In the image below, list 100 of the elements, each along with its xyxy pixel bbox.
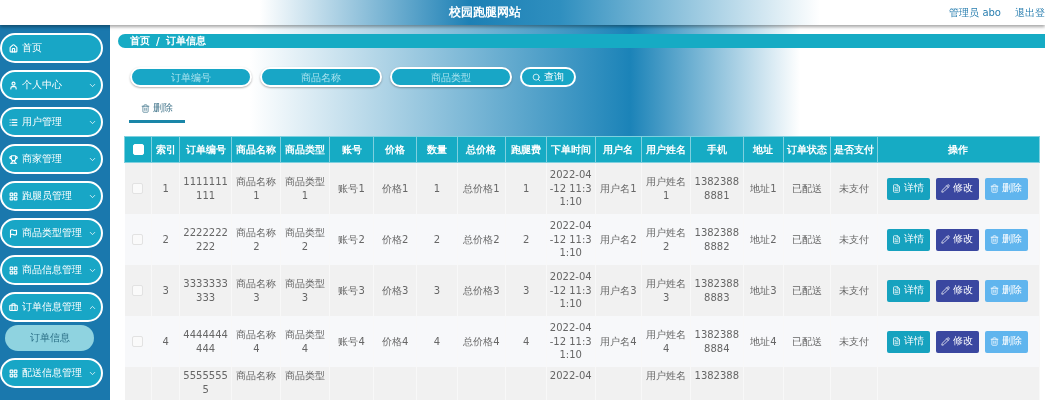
delete-button[interactable]: 删除 <box>984 177 1028 200</box>
table-cell: 商品名称1 <box>236 176 277 201</box>
edit-button[interactable]: 修改 <box>935 177 979 200</box>
sidebar-item[interactable]: 配送信息管理 <box>0 358 103 388</box>
detail-button[interactable]: 详情 <box>886 228 930 251</box>
submenu-item[interactable]: 订单信息 <box>5 325 94 351</box>
select-all-checkbox[interactable] <box>132 144 144 156</box>
table-cell: 商品名称 <box>236 370 277 381</box>
column-header: 是否支付 <box>830 136 878 163</box>
sidebar-item[interactable]: 用户管理 <box>0 107 103 137</box>
column-header: 用户姓名 <box>641 136 691 163</box>
table-cell: 3 <box>162 284 169 296</box>
table-cell: 2022-04-12 11:31:10 <box>549 271 592 310</box>
sidebar-item[interactable]: 商品信息管理 <box>0 255 103 285</box>
table-cell: 价格2 <box>382 233 409 245</box>
detail-button[interactable]: 详情 <box>886 177 930 200</box>
user-icon <box>9 80 18 90</box>
delete-button[interactable]: 删除 <box>984 228 1028 251</box>
table-cell: 商品类型1 <box>285 176 325 201</box>
edit-button[interactable]: 修改 <box>935 330 979 353</box>
table-cell: 账号1 <box>338 182 365 194</box>
sidebar-item[interactable]: 商家管理 <box>0 144 103 174</box>
briefcase-icon <box>9 302 18 312</box>
edit-button[interactable]: 修改 <box>935 279 979 302</box>
edit-button[interactable]: 修改 <box>935 228 979 251</box>
breadcrumb-link[interactable]: 首页 <box>130 34 150 48</box>
table-cell: 商品名称3 <box>236 278 277 303</box>
pencil-icon <box>941 184 951 193</box>
table-cell: 用户名1 <box>600 182 637 194</box>
row-checkbox[interactable] <box>132 183 144 195</box>
sidebar-label: 用户管理 <box>22 115 63 129</box>
table-cell: 2 <box>433 233 441 245</box>
table-cell: 已配送 <box>792 182 823 194</box>
table-cell: 未支付 <box>838 335 869 347</box>
trash-icon <box>990 337 1000 346</box>
column-header: 商品类型 <box>280 136 330 163</box>
table-cell: 用户姓名 <box>646 370 687 381</box>
sidebar-item[interactable]: 个人中心 <box>0 70 103 100</box>
column-header: 总价格 <box>457 136 506 163</box>
table-cell: 总价格1 <box>463 182 500 194</box>
table-cell: 1111111111 <box>183 176 228 201</box>
trash-icon <box>141 103 150 113</box>
grid-icon <box>9 368 18 378</box>
batch-delete-button[interactable]: 删除 <box>129 101 185 123</box>
table-cell: 2 <box>162 233 169 245</box>
search-field[interactable]: 订单编号 <box>130 67 252 87</box>
sidebar-label: 个人中心 <box>22 78 63 92</box>
table-cell: 55555555 <box>183 370 228 395</box>
table-cell: 1 <box>522 182 530 194</box>
column-header: 账号 <box>329 136 374 163</box>
table-cell: 商品名称4 <box>236 329 277 354</box>
grid-icon <box>9 191 18 201</box>
table-cell: 1 <box>433 182 441 194</box>
table-cell: 4 <box>162 335 169 347</box>
table-cell: 3 <box>433 284 441 296</box>
search-field[interactable]: 商品类型 <box>390 67 512 87</box>
table-cell: 用户名3 <box>600 284 637 296</box>
table-cell: 地址4 <box>750 335 777 347</box>
table-cell: 2022-04-12 11:31:10 <box>549 322 592 361</box>
row-checkbox[interactable] <box>132 234 144 246</box>
site-title: 校园跑腿网站 <box>447 4 522 21</box>
trash-icon <box>990 184 1000 193</box>
detail-button[interactable]: 详情 <box>886 279 930 302</box>
column-header: 数量 <box>416 136 458 163</box>
sidebar-item[interactable]: 首页 <box>0 33 103 63</box>
delete-button[interactable]: 删除 <box>984 330 1028 353</box>
detail-button[interactable]: 详情 <box>886 330 930 353</box>
table-cell: 价格4 <box>382 335 409 347</box>
sidebar-item[interactable]: 商品类型管理 <box>0 218 103 248</box>
table-cell: 账号2 <box>338 233 365 245</box>
column-header: 索引 <box>151 136 180 163</box>
row-checkbox[interactable] <box>132 336 144 348</box>
logout-link[interactable]: 退出登 <box>1015 5 1045 20</box>
admin-user: 管理员 abo <box>949 5 1001 20</box>
breadcrumb-separator: / <box>156 35 160 47</box>
sidebar-label: 商家管理 <box>22 152 63 166</box>
column-header: 操作 <box>877 136 1040 163</box>
sidebar-label: 跑腿员管理 <box>22 189 73 203</box>
trash-icon <box>990 286 1000 295</box>
table-cell: 商品类型 <box>285 370 325 381</box>
breadcrumb-link[interactable]: 订单信息 <box>165 34 206 48</box>
column-header: 价格 <box>374 136 417 163</box>
query-button[interactable]: 查询 <box>520 67 576 87</box>
table-cell: 已配送 <box>792 233 823 245</box>
table-cell: 已配送 <box>792 284 823 296</box>
table-cell: 地址2 <box>750 233 777 245</box>
table-cell: 商品类型4 <box>285 329 325 354</box>
table-cell: 总价格4 <box>463 335 500 347</box>
table-cell: 2022-04-12 11:31:10 <box>549 220 592 259</box>
table-cell: 用户姓名1 <box>646 176 687 201</box>
table-cell: 4444444444 <box>183 329 228 354</box>
delete-button[interactable]: 删除 <box>984 279 1028 302</box>
column-header: 订单编号 <box>179 136 232 163</box>
sidebar-item[interactable]: 订单信息管理 <box>0 292 103 322</box>
row-checkbox[interactable] <box>132 285 144 297</box>
document-icon <box>892 337 902 346</box>
sidebar-item[interactable]: 跑腿员管理 <box>0 181 103 211</box>
table-cell: 总价格3 <box>463 284 500 296</box>
search-field[interactable]: 商品名称 <box>260 67 382 87</box>
document-icon <box>892 286 902 295</box>
